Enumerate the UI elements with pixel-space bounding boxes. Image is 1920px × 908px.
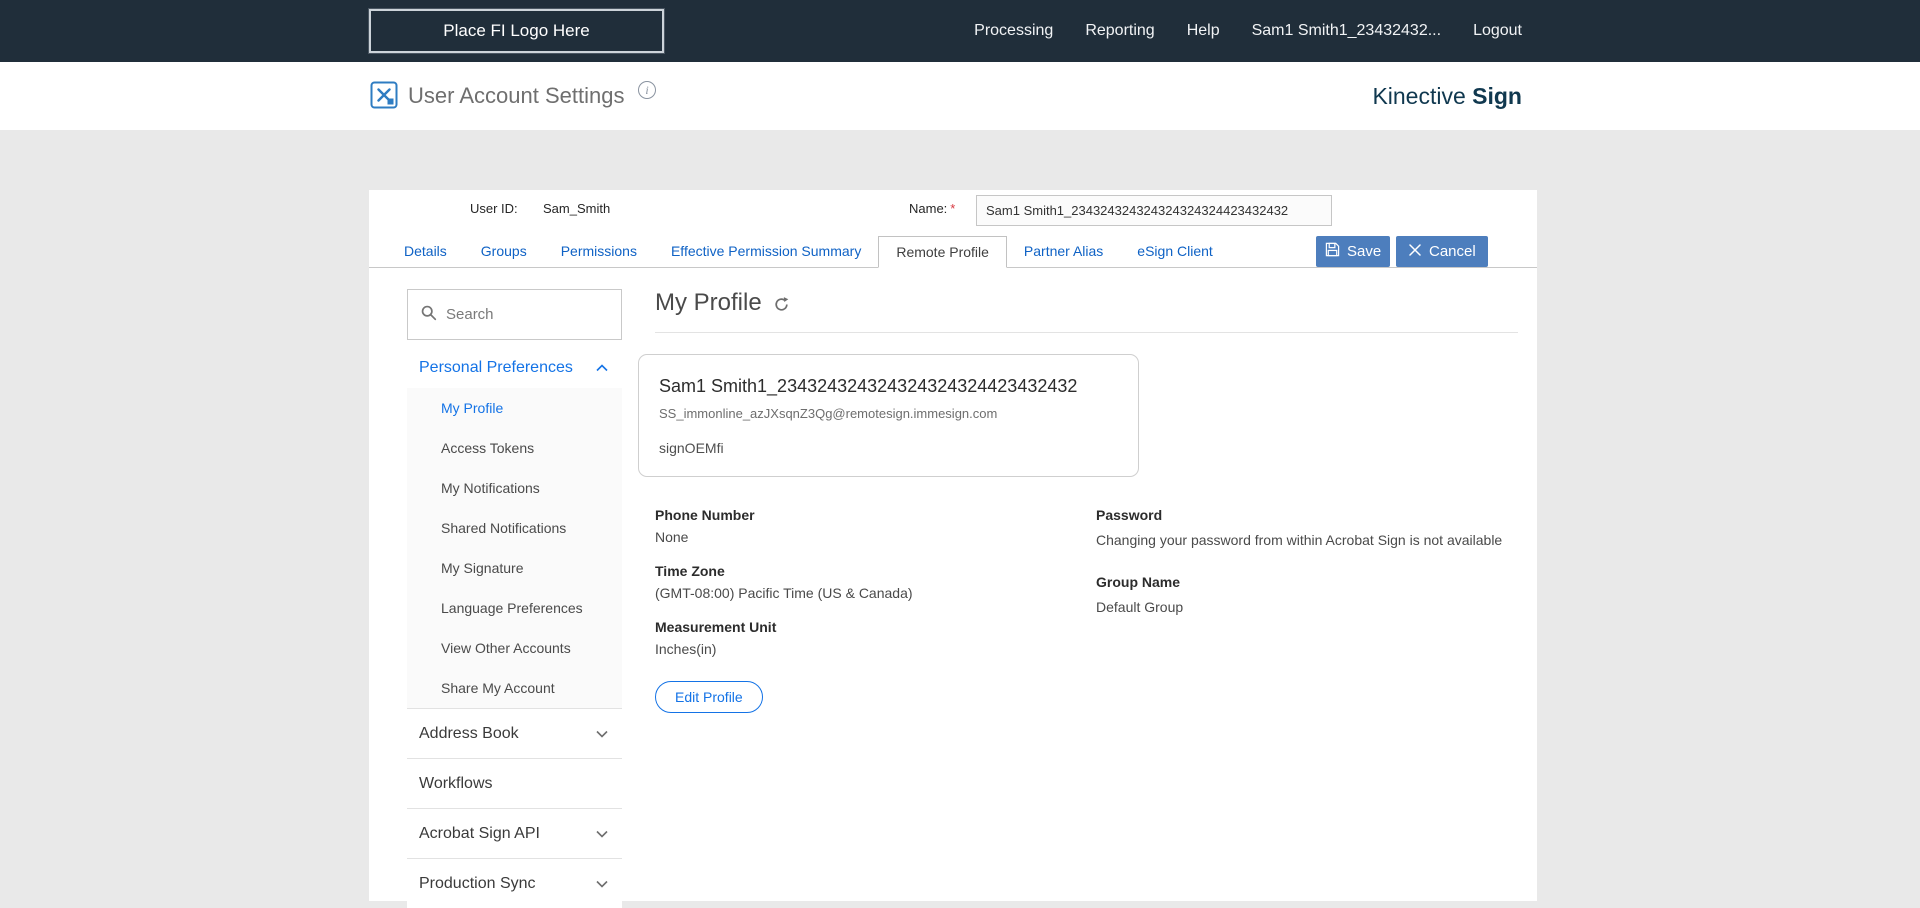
chevron-up-icon	[596, 359, 608, 377]
nav-user-menu[interactable]: Sam1 Smith1_23432432...	[1252, 22, 1441, 40]
top-nav: Processing Reporting Help Sam1 Smith1_23…	[974, 0, 1522, 62]
brand-logo: Kinective Sign	[1372, 62, 1522, 130]
nav-reporting[interactable]: Reporting	[1085, 22, 1154, 40]
cancel-button-label: Cancel	[1429, 243, 1476, 260]
save-icon	[1325, 242, 1340, 261]
measurement-unit-field: Measurement Unit Inches(in)	[655, 619, 1096, 657]
tab-partner-alias[interactable]: Partner Alias	[1007, 236, 1120, 268]
search-icon	[420, 304, 437, 326]
profile-fields-right-column: Password Changing your password from wit…	[1096, 507, 1502, 675]
edit-profile-button[interactable]: Edit Profile	[655, 681, 763, 713]
profile-summary-card: Sam1 Smith1_2343243243243243243244234324…	[638, 354, 1139, 477]
tab-bar: Details Groups Permissions Effective Per…	[387, 236, 1230, 268]
tab-remote-profile[interactable]: Remote Profile	[878, 236, 1007, 268]
sidebar-item-my-notifications[interactable]: My Notifications	[407, 468, 622, 508]
refresh-icon[interactable]	[773, 296, 790, 313]
my-profile-content: My Profile Sam1 Smith1_23432432432432432…	[638, 289, 1518, 713]
nav-logout[interactable]: Logout	[1473, 22, 1522, 40]
password-note: Changing your password from within Acrob…	[1096, 532, 1503, 548]
info-icon[interactable]: i	[638, 81, 656, 99]
page-title: User Account Settings	[408, 83, 625, 108]
time-zone-label: Time Zone	[655, 563, 725, 579]
profile-card-email: SS_immonline_azJXsqnZ3Qg@remotesign.imme…	[659, 406, 998, 421]
sidebar-section-personal-preferences[interactable]: Personal Preferences	[407, 348, 622, 388]
chevron-down-icon	[596, 825, 608, 843]
password-field: Password Changing your password from wit…	[1096, 507, 1502, 548]
profile-fields: Phone Number None Time Zone (GMT-08:00) …	[655, 507, 1518, 675]
brand-bold: Sign	[1472, 82, 1522, 109]
brand-regular: Kinective	[1372, 82, 1466, 109]
name-label: Name: *	[909, 201, 956, 216]
personal-preferences-label: Personal Preferences	[419, 359, 573, 376]
sidebar-section-workflows[interactable]: Workflows	[407, 758, 622, 808]
tab-permissions[interactable]: Permissions	[544, 236, 654, 268]
sidebar-section-address-book[interactable]: Address Book	[407, 708, 622, 758]
sidebar-item-shared-notifications[interactable]: Shared Notifications	[407, 508, 622, 548]
sidebar-item-access-tokens[interactable]: Access Tokens	[407, 428, 622, 468]
phone-number-value: None	[655, 529, 689, 545]
profile-fields-left-column: Phone Number None Time Zone (GMT-08:00) …	[655, 507, 1096, 675]
profile-card-company: signOEMfi	[659, 440, 724, 456]
sidebar-item-language-preferences[interactable]: Language Preferences	[407, 588, 622, 628]
chevron-down-icon	[596, 875, 608, 893]
user-id-value: Sam_Smith	[543, 201, 611, 216]
page-header: User Account Settings i Kinective Sign	[0, 62, 1920, 130]
fi-logo-text: Place FI Logo Here	[443, 21, 590, 40]
save-button[interactable]: Save	[1316, 236, 1391, 267]
time-zone-field: Time Zone (GMT-08:00) Pacific Time (US &…	[655, 563, 1096, 601]
name-input[interactable]	[976, 195, 1332, 226]
time-zone-value: (GMT-08:00) Pacific Time (US & Canada)	[655, 585, 913, 601]
tab-esign-client[interactable]: eSign Client	[1120, 236, 1230, 268]
chevron-down-icon	[596, 725, 608, 743]
sidebar-item-view-other-accounts[interactable]: View Other Accounts	[407, 628, 622, 668]
personal-preferences-list: My Profile Access Tokens My Notification…	[407, 388, 622, 708]
sidebar-item-my-profile[interactable]: My Profile	[407, 388, 622, 428]
tab-groups[interactable]: Groups	[464, 236, 544, 268]
search-input[interactable]	[446, 306, 609, 323]
my-profile-heading: My Profile	[655, 289, 762, 316]
measurement-unit-value: Inches(in)	[655, 641, 717, 657]
tab-details[interactable]: Details	[387, 236, 464, 268]
sidebar-section-acrobat-sign-api[interactable]: Acrobat Sign API	[407, 808, 622, 858]
phone-number-label: Phone Number	[655, 507, 755, 523]
group-name-field: Group Name Default Group	[1096, 574, 1502, 615]
cancel-x-icon	[1408, 243, 1422, 261]
password-label: Password	[1096, 507, 1163, 523]
user-id-label: User ID:	[470, 201, 518, 216]
sidebar-item-my-signature[interactable]: My Signature	[407, 548, 622, 588]
measurement-unit-label: Measurement Unit	[655, 619, 777, 635]
sidebar-item-share-my-account[interactable]: Share My Account	[407, 668, 622, 708]
nav-help[interactable]: Help	[1187, 22, 1220, 40]
required-asterisk: *	[950, 201, 956, 216]
cancel-button[interactable]: Cancel	[1396, 236, 1488, 267]
phone-number-field: Phone Number None	[655, 507, 1096, 545]
esign-app-icon	[370, 81, 398, 109]
my-profile-heading-row: My Profile	[655, 289, 1518, 317]
profile-card-name: Sam1 Smith1_2343243243243243243244234324…	[659, 376, 1078, 396]
sidebar-search-box	[407, 289, 622, 340]
save-button-label: Save	[1347, 243, 1382, 260]
group-name-value: Default Group	[1096, 599, 1184, 615]
nav-processing[interactable]: Processing	[974, 22, 1053, 40]
tab-effective-permission-summary[interactable]: Effective Permission Summary	[654, 236, 878, 268]
settings-panel: User ID: Sam_Smith Name:* Details Groups…	[369, 190, 1537, 908]
heading-divider	[655, 332, 1518, 333]
group-name-label: Group Name	[1096, 574, 1181, 590]
profile-sidebar: Personal Preferences My Profile Access T…	[407, 289, 622, 908]
top-navigation-bar: Place FI Logo Here Processing Reporting …	[0, 0, 1920, 62]
fi-logo-placeholder: Place FI Logo Here	[368, 8, 665, 54]
